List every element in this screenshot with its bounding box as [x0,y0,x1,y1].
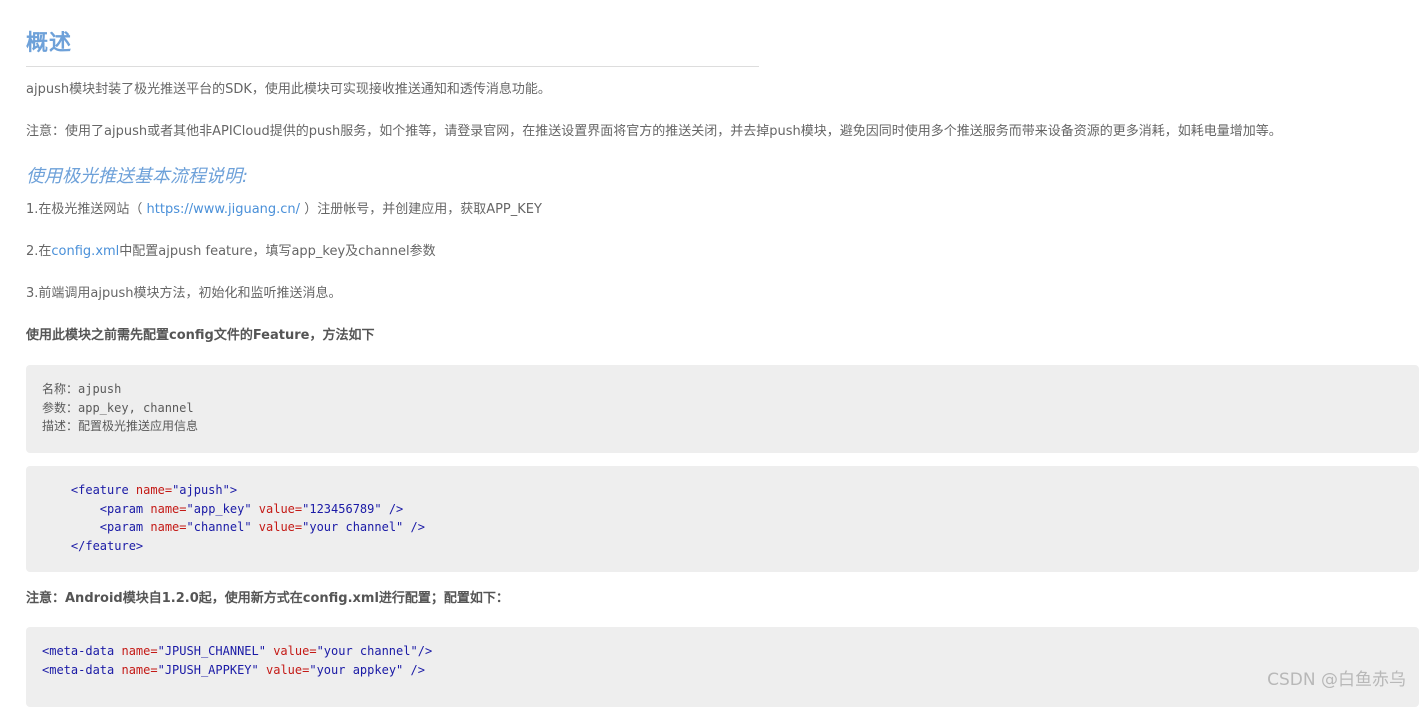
android-note: 注意：Android模块自1.2.0起，使用新方式在config.xml进行配置… [26,591,509,606]
meta-info-block: 名称：ajpush 参数：app_key, channel 描述：配置极光推送应用信… [26,365,1419,453]
csdn-watermark: CSDN @白鱼赤乌 [1267,670,1406,690]
meta-desc-line: 描述：配置极光推送应用信息 [42,419,199,433]
step-1: 1.在极光推送网站（ https://www.jiguang.cn/ ）注册帐号… [26,200,542,220]
config-intro: 使用此模块之前需先配置config文件的Feature，方法如下 [26,328,375,343]
step-2-suffix: 中配置ajpush feature，填写app_key及channel参数 [119,244,436,259]
feature-close-line: </feature> [70,538,144,553]
step-2-prefix: 2.在 [26,244,52,259]
android-meta-code-block: <meta-data name="JPUSH_CHANNEL" value="y… [26,627,1419,707]
intro-paragraph: ajpush模块封装了极光推送平台的SDK，使用此模块可实现接收推送通知和透传消… [26,82,551,97]
flow-heading: 使用极光推送基本流程说明: [26,166,249,187]
feature-param-channel-line: <param name="channel" value="your channe… [99,520,425,534]
feature-code-block: <feature name="ajpush"> <param name="app… [26,466,1419,572]
meta-params-line: 参数：app_key, channel [42,400,194,415]
feature-param-app-key-line: <param name="app_key" value="123456789" … [99,501,404,516]
step-1-prefix: 1.在极光推送网站（ [26,202,147,217]
step-1-suffix: ）注册帐号，并创建应用，获取APP_KEY [300,202,542,217]
feature-open-line: <feature name="ajpush"> [70,483,238,497]
title-divider [26,66,759,67]
meta-channel-line: <meta-data name="JPUSH_CHANNEL" value="y… [42,644,433,658]
step-2: 2.在config.xml中配置ajpush feature，填写app_key… [26,242,436,262]
page-title: 概述 [26,31,73,56]
meta-name-line: 名称：ajpush [42,382,122,396]
jiguang-website-link[interactable]: https://www.jiguang.cn/ [147,202,301,217]
meta-appkey-line: <meta-data name="JPUSH_APPKEY" value="yo… [42,662,425,677]
config-xml-link[interactable]: config.xml [51,244,119,259]
step-3: 3.前端调用ajpush模块方法，初始化和监听推送消息。 [26,286,342,301]
note-paragraph: 注意：使用了ajpush或者其他非APICloud提供的push服务，如个推等，… [26,124,1282,139]
